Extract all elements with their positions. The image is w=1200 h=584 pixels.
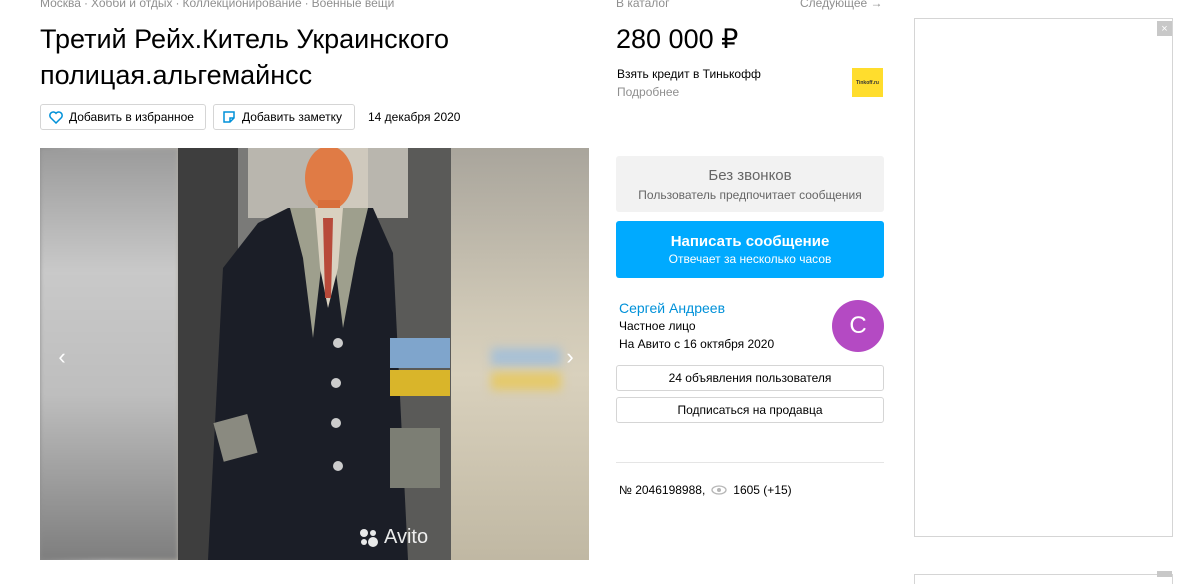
watermark-text: Avito (384, 526, 429, 548)
jacket-image (178, 148, 451, 560)
breadcrumb-item-hobby[interactable]: Хобби и отдых (91, 0, 173, 10)
breadcrumb-item-collecting[interactable]: Коллекционирование (182, 0, 301, 10)
photo-gallery[interactable]: ‹ › Avito (40, 148, 589, 560)
item-photo[interactable] (178, 148, 451, 560)
divider (616, 462, 884, 463)
seller-name-link[interactable]: Сергей Андреев (619, 300, 725, 316)
seller-type: Частное лицо (619, 319, 696, 333)
credit-link[interactable]: Взять кредит в Тинькофф (617, 67, 761, 81)
ad-banner[interactable] (914, 18, 1173, 537)
chevron-left-icon: ‹ (58, 344, 66, 369)
subscribe-seller-button[interactable]: Подписаться на продавца (616, 397, 884, 423)
catalog-link[interactable]: В каталог (616, 0, 669, 10)
write-message-subtitle: Отвечает за несколько часов (668, 252, 832, 266)
listing-number: № 2046198988, (619, 483, 706, 497)
avatar[interactable]: С (832, 300, 884, 352)
seller-ads-button[interactable]: 24 объявления пользователя (616, 365, 884, 391)
seller-since: На Авито с 16 октября 2020 (619, 337, 775, 351)
credit-more-link[interactable]: Подробнее (617, 85, 679, 99)
no-calls-subtitle: Пользователь предпочитает сообщения (638, 188, 862, 202)
write-message-title: Написать сообщение (670, 233, 830, 250)
heart-icon (49, 110, 63, 124)
avatar-letter: С (849, 312, 867, 339)
publish-date: 14 декабря 2020 (368, 110, 461, 124)
price: 280 000 ₽ (616, 24, 739, 54)
close-icon: × (1161, 22, 1168, 35)
breadcrumb-item-military[interactable]: Военные вещи (312, 0, 395, 10)
ad-close-button[interactable]: × (1157, 21, 1172, 36)
no-calls-notice: Без звонков Пользователь предпочитает со… (616, 156, 884, 212)
view-count: 1605 (+15) (733, 483, 792, 497)
page-title: Третий Рейх.Китель Украинского полицая.а… (40, 24, 450, 90)
write-message-button[interactable]: Написать сообщение Отвечает за несколько… (616, 221, 884, 278)
chevron-right-icon: › (566, 344, 574, 369)
tinkoff-logo[interactable]: Tinkoff.ru (852, 68, 883, 97)
ad-close-button-second[interactable] (1157, 571, 1172, 577)
add-to-favorites-label: Добавить в избранное (69, 110, 194, 124)
watermark: Avito (358, 526, 428, 549)
breadcrumb-separator: · (83, 0, 88, 10)
listing-meta: № 2046198988, 1605 (+15) (619, 483, 792, 497)
breadcrumb: Москва · Хобби и отдых · Коллекционирование ·… (40, 0, 394, 10)
gallery-prev-button[interactable]: ‹ (52, 344, 72, 370)
add-to-favorites-button[interactable]: Добавить в избранное (40, 104, 206, 130)
gallery-next-button[interactable]: › (560, 344, 580, 370)
avito-logo-icon (360, 528, 378, 547)
next-link[interactable]: Следующее → (800, 0, 883, 10)
add-note-label: Добавить заметку (242, 110, 342, 124)
ad-banner-second[interactable] (914, 574, 1173, 584)
breadcrumb-separator: · (175, 0, 180, 10)
note-icon (223, 111, 235, 123)
tinkoff-logo-text: Tinkoff.ru (856, 79, 879, 86)
eye-icon (711, 485, 727, 495)
add-note-button[interactable]: Добавить заметку (213, 104, 355, 130)
breadcrumb-item-city[interactable]: Москва (40, 0, 81, 10)
no-calls-title: Без звонков (708, 167, 792, 184)
breadcrumb-separator: · (304, 0, 309, 10)
